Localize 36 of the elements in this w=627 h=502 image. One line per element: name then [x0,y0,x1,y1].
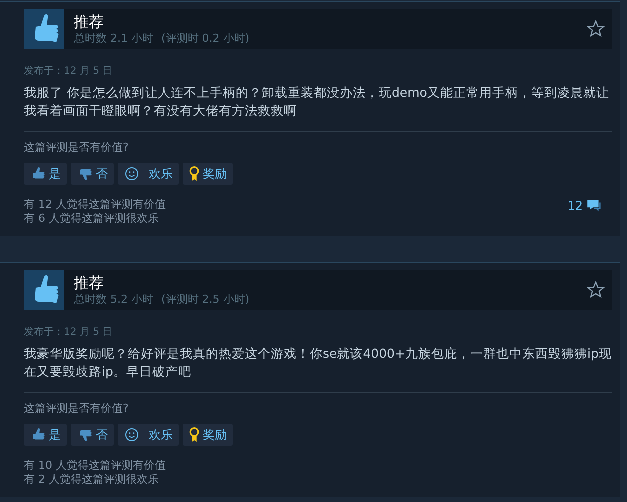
helpful-count: 有 10 人觉得这篇评测有价值 [24,459,166,473]
thumbs-down-icon [77,427,93,443]
yes-button[interactable]: 是 [24,424,67,446]
review-hours-text: (评测时 0.2 小时) [162,32,250,46]
funny-count: 有 6 人觉得这篇评测很欢乐 [24,212,160,226]
hours-text: 总时数 2.1 小时 [74,32,154,46]
verdict-title: 推荐 [74,274,105,292]
award-button[interactable]: 奖励 [183,163,233,185]
posted-date: 发布于：12 月 5 日 [24,326,114,339]
thumbs-up-icon [30,427,46,443]
funny-count: 有 2 人觉得这篇评测很欢乐 [24,473,160,487]
no-button[interactable]: 否 [71,424,114,446]
review-text: 我服了 你是怎么做到让人连不上手柄的？卸载重装都没办法，玩demo又能正常用手柄，等到凌晨就让我看着画面干瞪眼啊？有没有大佬有方法救救啊 [24,84,610,120]
award-icon [189,166,200,182]
star-icon[interactable] [587,20,605,38]
hours-text: 总时数 5.2 小时 [74,292,154,306]
posted-date: 发布于：12 月 5 日 [24,65,114,78]
thumbs-up-icon [30,166,46,182]
funny-button[interactable]: 欢乐 [118,424,179,446]
comment-icon [586,198,602,214]
thumbs-down-icon [77,166,93,182]
star-icon[interactable] [587,281,605,299]
verdict-title: 推荐 [74,12,105,32]
smiley-icon [124,427,140,443]
helpful-question: 这篇评测是否有价值? [24,141,130,155]
funny-button[interactable]: 欢乐 [118,163,179,185]
award-icon [189,427,200,443]
review-hours-text: (评测时 2.5 小时) [162,292,250,306]
award-button[interactable]: 奖励 [183,424,233,446]
comments-link[interactable]: 12 [568,198,602,214]
no-button[interactable]: 否 [71,163,114,185]
yes-button[interactable]: 是 [24,163,67,185]
helpful-question: 这篇评测是否有价值? [24,402,130,416]
review-text: 我豪华版奖励呢？给好评是我真的热爱这个游戏！你se就该4000+九族包庇，一群也中东西毁狒狒ip现在又要毁歧路ip。早日破产吧 [24,345,612,381]
helpful-count: 有 12 人觉得这篇评测有价值 [24,198,166,212]
smiley-icon [124,166,140,182]
